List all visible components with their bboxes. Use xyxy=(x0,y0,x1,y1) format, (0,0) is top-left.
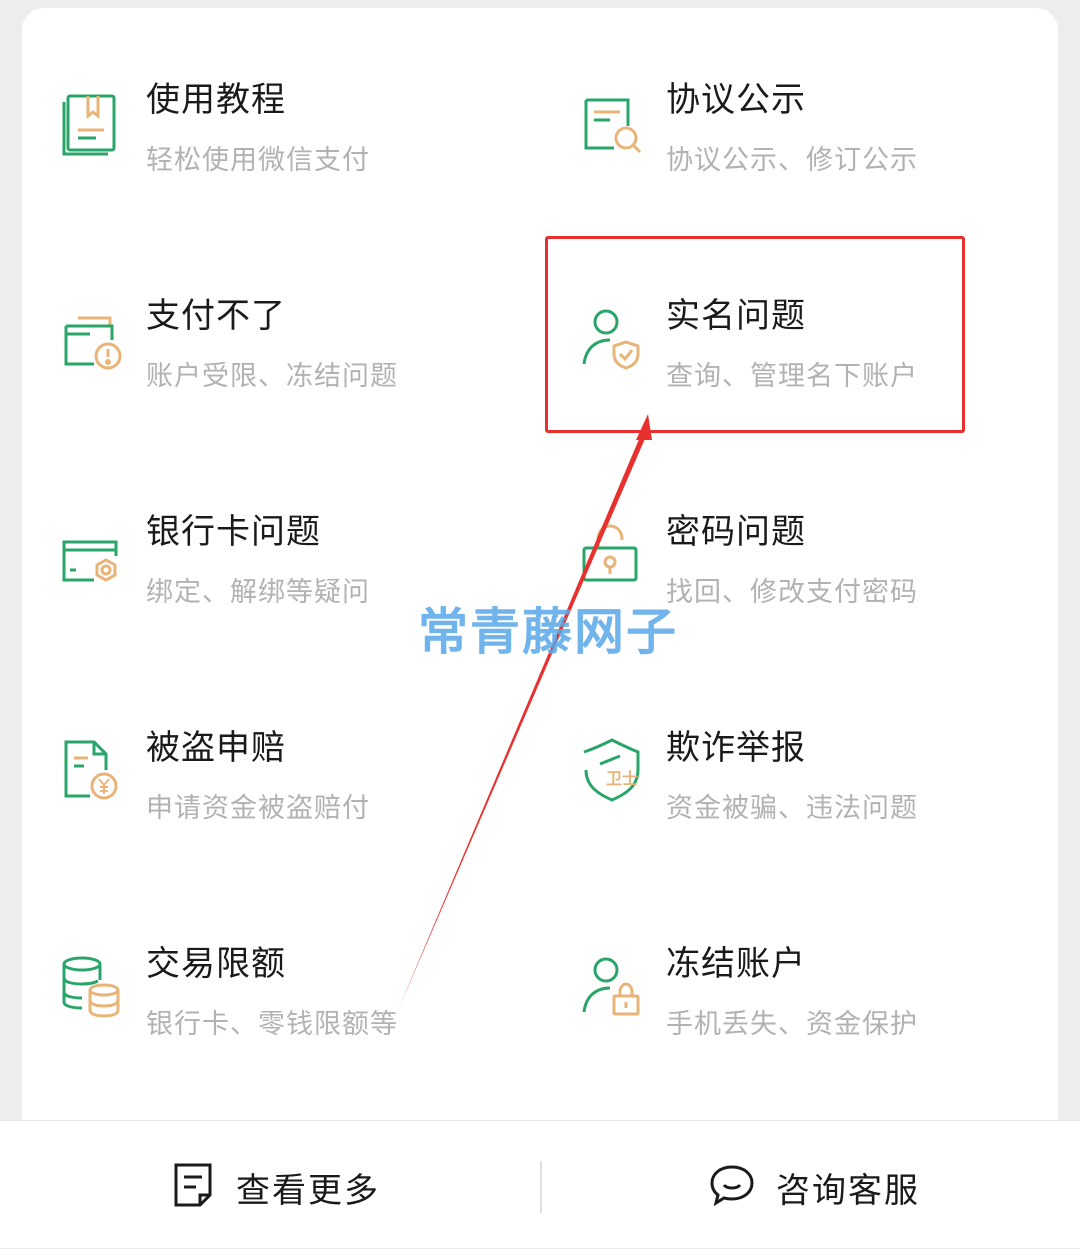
grid-item-desc: 轻松使用微信支付 xyxy=(146,145,370,176)
bottom-bar: 查看更多 咨询客服 xyxy=(0,1120,1080,1248)
grid-item-title: 协议公示 xyxy=(666,80,806,120)
grid-item-fraud-report[interactable]: 卫士 欺诈举报 资金被骗、违法问题 xyxy=(542,656,1022,826)
view-more-button[interactable]: 查看更多 xyxy=(0,1121,540,1249)
grid-item-title: 密码问题 xyxy=(666,512,806,552)
grid-item-freeze-account[interactable]: 冻结账户 手机丢失、资金保护 xyxy=(542,872,1022,1042)
grid-item-title: 欺诈举报 xyxy=(666,728,806,768)
document-search-icon xyxy=(580,86,644,156)
svg-text:卫士: 卫士 xyxy=(606,769,638,788)
grid-item-desc: 绑定、解绑等疑问 xyxy=(146,577,370,608)
wallet-warning-icon xyxy=(60,302,124,372)
grid-item-title: 冻结账户 xyxy=(666,944,806,984)
watermark-text: 常青藤网子 xyxy=(418,603,678,661)
grid-item-title: 银行卡问题 xyxy=(146,512,321,552)
grid-item-desc: 申请资金被盗赔付 xyxy=(146,793,370,824)
customer-service-button[interactable]: 咨询客服 xyxy=(542,1121,1080,1249)
grid-item-transaction-limit[interactable]: 交易限额 银行卡、零钱限额等 xyxy=(22,872,502,1042)
customer-service-label: 咨询客服 xyxy=(776,1171,920,1211)
grid-item-tutorial[interactable]: 使用教程 轻松使用微信支付 xyxy=(22,8,502,178)
grid-item-bank-card[interactable]: 银行卡问题 绑定、解绑等疑问 xyxy=(22,440,502,610)
user-lock-icon xyxy=(580,950,644,1020)
bank-card-icon xyxy=(60,518,124,588)
grid-item-desc: 协议公示、修订公示 xyxy=(666,145,918,176)
document-yen-icon xyxy=(60,734,124,804)
service-grid: 使用教程 轻松使用微信支付 协议公示 协议公示、修订公示 支付不了 账户受限、冻… xyxy=(22,8,1058,1148)
guard-shield-icon: 卫士 xyxy=(580,734,644,804)
grid-item-agreement[interactable]: 协议公示 协议公示、修订公示 xyxy=(542,8,1022,178)
lock-icon xyxy=(580,518,644,588)
coin-stack-icon xyxy=(60,950,124,1020)
note-icon xyxy=(172,1161,216,1209)
view-more-label: 查看更多 xyxy=(236,1171,380,1211)
grid-item-title: 交易限额 xyxy=(146,944,286,984)
service-card: 使用教程 轻松使用微信支付 协议公示 协议公示、修订公示 支付不了 账户受限、冻… xyxy=(22,8,1058,1148)
chat-bubble-icon xyxy=(708,1161,756,1209)
grid-item-desc: 找回、修改支付密码 xyxy=(666,577,918,608)
grid-item-desc: 手机丢失、资金保护 xyxy=(666,1009,918,1040)
book-icon xyxy=(60,86,124,156)
grid-item-title: 被盗申赔 xyxy=(146,728,286,768)
grid-item-theft-claim[interactable]: 被盗申赔 申请资金被盗赔付 xyxy=(22,656,502,826)
grid-item-payment-failure[interactable]: 支付不了 账户受限、冻结问题 xyxy=(22,224,502,394)
grid-item-title: 支付不了 xyxy=(146,296,286,336)
grid-item-password[interactable]: 密码问题 找回、修改支付密码 xyxy=(542,440,1022,610)
grid-item-title: 使用教程 xyxy=(146,80,286,120)
highlight-box xyxy=(545,236,965,433)
grid-item-desc: 银行卡、零钱限额等 xyxy=(146,1009,398,1040)
grid-item-desc: 账户受限、冻结问题 xyxy=(146,361,398,392)
grid-item-desc: 资金被骗、违法问题 xyxy=(666,793,918,824)
